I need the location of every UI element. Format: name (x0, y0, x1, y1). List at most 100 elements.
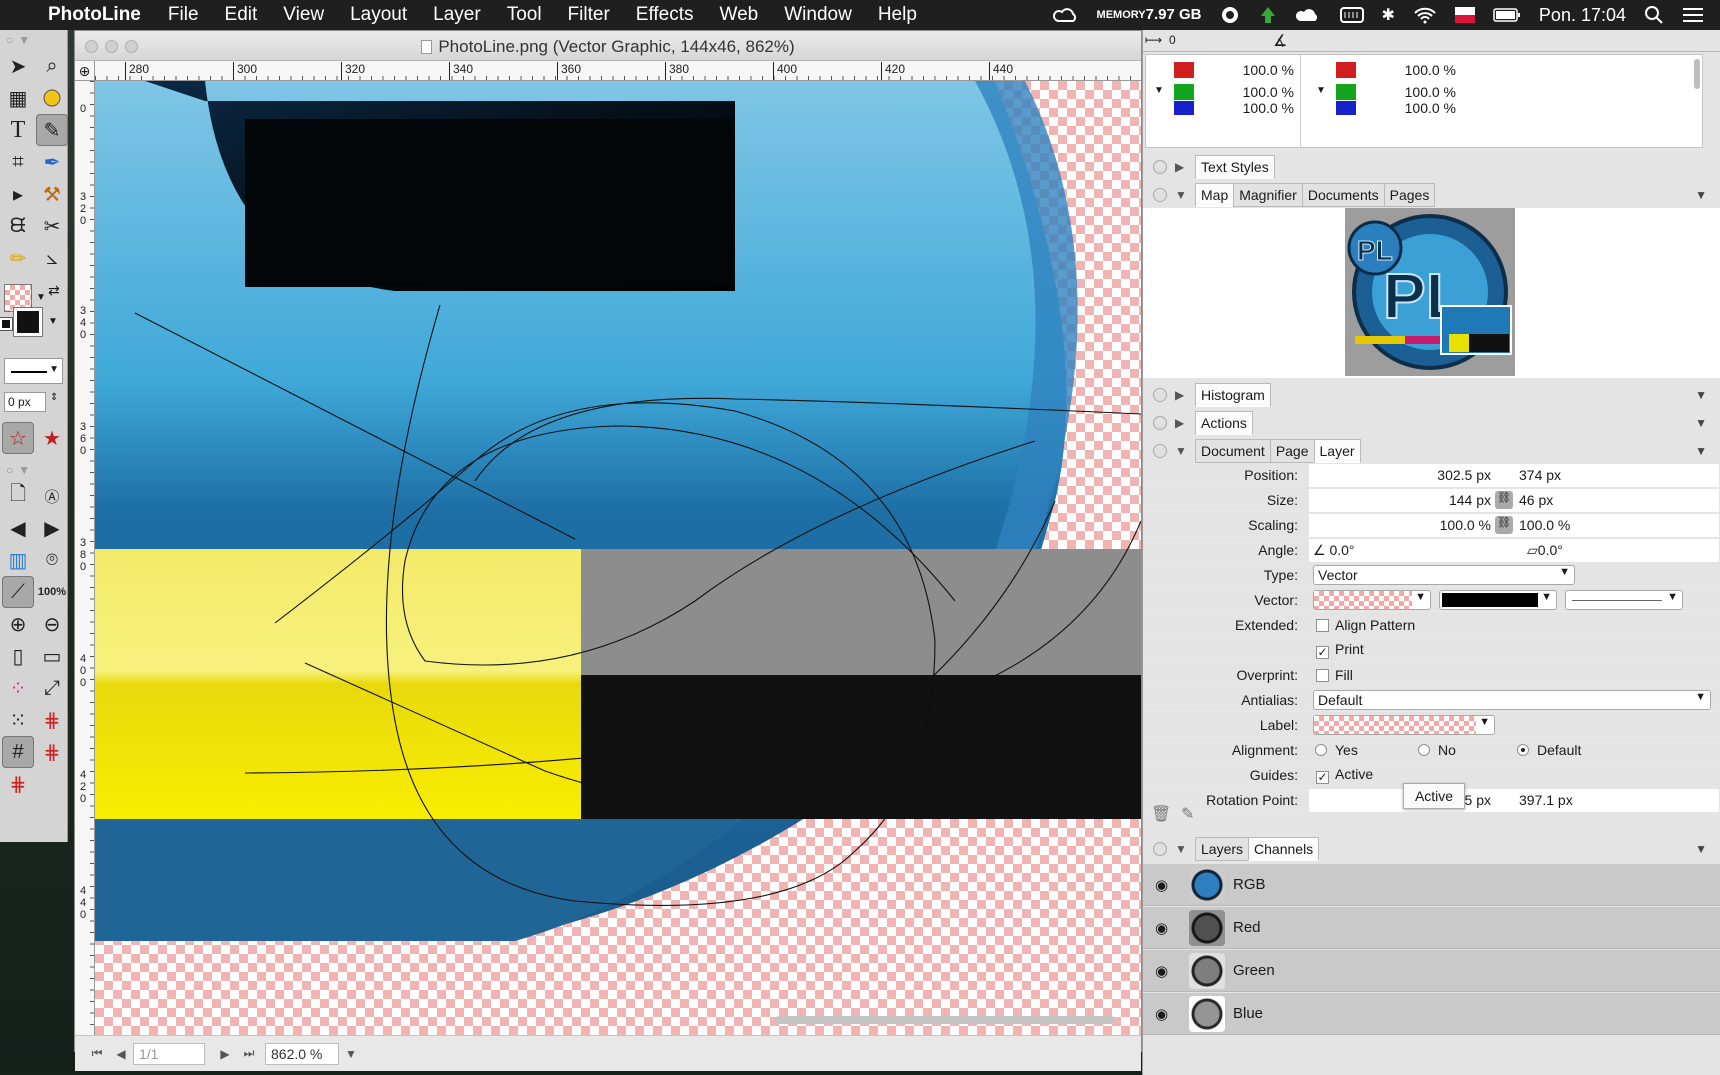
scissors-icon[interactable]: ✂ (36, 210, 68, 242)
tab-documents[interactable]: Documents (1301, 183, 1385, 207)
green-value-right[interactable]: 100.0 % (1356, 84, 1456, 100)
tab-map[interactable]: Map (1195, 183, 1235, 207)
creative-cloud-icon[interactable] (1052, 6, 1079, 24)
direct-select-icon[interactable]: ▸ (2, 178, 34, 210)
cloud-upload-icon[interactable] (1295, 5, 1322, 25)
new-document-icon[interactable]: 🗋 (2, 480, 34, 512)
horizontal-ruler[interactable]: 280 300 320 340 360 380 400 420 440 (95, 61, 1141, 81)
fill-checkbox[interactable]: Fill (1316, 667, 1353, 683)
list-item[interactable]: ◉ Green (1143, 950, 1720, 992)
zoom-out-icon[interactable]: ⊖ (36, 608, 68, 640)
eyedropper-icon[interactable]: ✒ (36, 146, 68, 178)
tab-magnifier[interactable]: Magnifier (1233, 183, 1303, 207)
gradient-icon[interactable]: ⟋ (2, 576, 34, 608)
line-style-dropdown[interactable]: ▼ (4, 358, 63, 384)
properties-collapse-icon[interactable]: ▼ (1175, 444, 1189, 458)
menu-layer[interactable]: Layer (420, 4, 494, 26)
edit-icon[interactable]: ✎ (1181, 804, 1194, 824)
camera-icon[interactable]: ⌾ (36, 544, 68, 576)
red-value-right[interactable]: 100.0 % (1356, 62, 1456, 78)
grid-icon[interactable]: # (2, 736, 34, 768)
scaling-link-icon[interactable]: ⛓ (1495, 516, 1513, 534)
transform-icon[interactable]: ▦ (2, 82, 34, 114)
fit-page-icon[interactable]: ▯ (2, 640, 34, 672)
fit-width-icon[interactable]: ▭ (36, 640, 68, 672)
default-colors-icon[interactable] (0, 317, 13, 331)
tab-actions[interactable]: Actions (1195, 411, 1253, 435)
text-frame-icon[interactable]: Ⓐ (36, 480, 68, 512)
vector-line-dropdown[interactable]: ▼ (1565, 590, 1683, 610)
tab-text-styles[interactable]: Text Styles (1195, 155, 1275, 179)
page-field[interactable]: 1/1 (133, 1042, 205, 1065)
histogram-menu-icon[interactable]: ▼ (1695, 388, 1707, 402)
print-checkbox[interactable]: ✓ Print (1316, 641, 1364, 659)
eye-icon[interactable]: ◉ (1155, 1005, 1175, 1023)
swatch-menu-icon[interactable]: ▼ (36, 292, 46, 303)
zoom-dropdown-icon[interactable]: ▼ (339, 1047, 363, 1061)
menu-help[interactable]: Help (865, 4, 930, 26)
guides-active-checkbox[interactable]: ✓ Active (1316, 766, 1373, 784)
blue-swatch[interactable] (1174, 101, 1194, 115)
position-y-field[interactable]: 374 px (1519, 467, 1561, 483)
tab-document[interactable]: Document (1195, 439, 1271, 463)
size-height-field[interactable]: 46 px (1519, 492, 1553, 508)
rotation-y-field[interactable]: 397.1 px (1519, 792, 1573, 808)
toolbox2-close-button[interactable]: ○ (6, 463, 13, 477)
menu-effects[interactable]: Effects (623, 4, 707, 26)
star-outline-icon[interactable]: ☆ (2, 422, 34, 454)
eye-icon[interactable]: ◉ (1155, 919, 1175, 937)
clone-icon[interactable]: ᙙ (2, 210, 34, 242)
map-collapse-icon[interactable]: ▼ (1175, 188, 1189, 202)
sync-icon[interactable] (1220, 5, 1240, 25)
arrow-select-icon[interactable]: ➤ (2, 50, 34, 82)
actions-close-button[interactable] (1153, 416, 1167, 430)
canvas-artwork[interactable] (95, 81, 1141, 1035)
menu-window[interactable]: Window (771, 4, 865, 26)
green-swatch[interactable] (1174, 84, 1194, 100)
pen-tool-icon[interactable]: ✎ (36, 114, 68, 146)
line-width-stepper[interactable]: ⇕ (46, 392, 58, 412)
app-name[interactable]: PhotoLine (48, 4, 141, 26)
vertical-ruler[interactable]: 0 3 2 0 3 4 0 3 6 0 3 8 0 4 0 0 4 2 0 4 … (75, 81, 95, 1035)
blue-value-left[interactable]: 100.0 % (1194, 101, 1294, 115)
red-swatch-2[interactable] (1336, 62, 1356, 78)
histogram-expand-icon[interactable]: ▶ (1175, 388, 1189, 402)
align-default-radio[interactable]: Default (1517, 742, 1581, 758)
green-value-left[interactable]: 100.0 % (1194, 84, 1294, 100)
crop-icon[interactable]: ⌗ (2, 146, 34, 178)
toolbox-close-button[interactable]: ○ (6, 33, 13, 47)
align-no-radio[interactable]: No (1418, 742, 1456, 758)
list-item[interactable]: ◉ Blue (1143, 993, 1720, 1035)
green-swatch-2[interactable] (1336, 84, 1356, 100)
step-forward-icon[interactable]: ▶ (36, 512, 68, 544)
ruler-width-icon[interactable]: ⟼ (1145, 33, 1162, 47)
list-item[interactable]: ◉ Red (1143, 907, 1720, 949)
color-panel-scrollbar[interactable] (1694, 59, 1700, 89)
angle-icon[interactable]: ∡ (1273, 31, 1287, 51)
properties-menu-icon[interactable]: ▼ (1695, 444, 1707, 458)
size-link-icon[interactable]: ⛓ (1495, 491, 1513, 509)
ellipse-icon[interactable] (36, 82, 68, 114)
actions-expand-icon[interactable]: ▶ (1175, 416, 1189, 430)
menu-file[interactable]: File (155, 4, 212, 26)
layers-menu-icon[interactable]: ▼ (1695, 842, 1707, 856)
blue-swatch-2[interactable] (1336, 101, 1356, 115)
wifi-icon[interactable] (1413, 6, 1437, 24)
size-width-field[interactable]: 144 px (1309, 492, 1491, 508)
bluetooth-icon[interactable]: ✱ (1382, 5, 1395, 25)
keyboard-icon[interactable] (1339, 7, 1364, 23)
tab-channels[interactable]: Channels (1248, 837, 1320, 861)
document-canvas[interactable] (95, 81, 1141, 1035)
histogram-close-button[interactable] (1153, 388, 1167, 402)
zoom-field[interactable]: 862.0 % (265, 1042, 339, 1065)
measure-icon[interactable]: ⦣ (36, 242, 68, 274)
layers-close-button[interactable] (1153, 842, 1167, 856)
actions-menu-icon[interactable]: ▼ (1695, 416, 1707, 430)
tab-page[interactable]: Page (1269, 439, 1315, 463)
toolbox2-collapse-icon[interactable]: ▼ (18, 463, 30, 477)
color-grid-icon[interactable]: ⁘ (2, 672, 34, 704)
dot-grid-icon[interactable]: ⁙ (2, 704, 34, 736)
angle-field[interactable]: ∠ 0.0° (1313, 542, 1355, 559)
menu-tool[interactable]: Tool (494, 4, 555, 26)
text-styles-expand-icon[interactable]: ▶ (1175, 160, 1189, 174)
